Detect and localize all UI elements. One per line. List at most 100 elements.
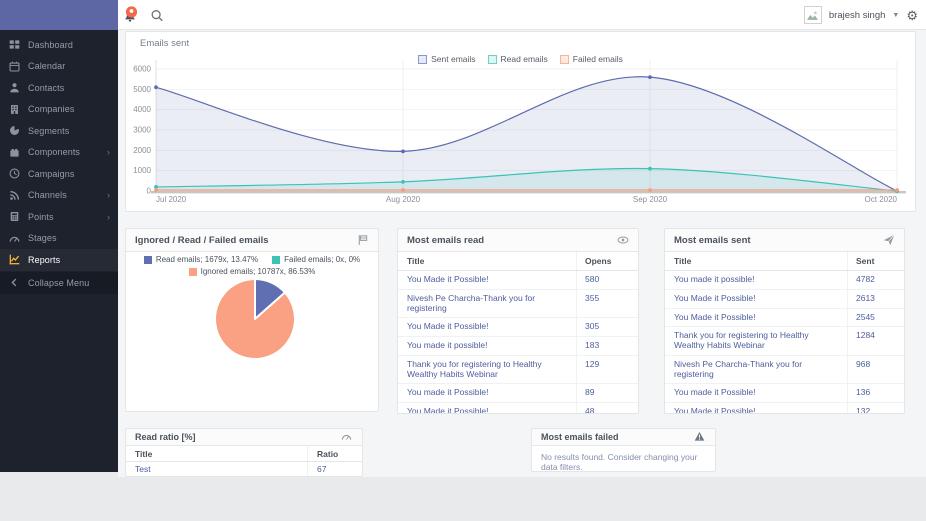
user-menu[interactable]: brajesh singh ▼ ⚙ <box>803 0 918 30</box>
sidebar-collapse-menu[interactable]: Collapse Menu <box>0 271 118 294</box>
email-title-link[interactable]: You Made it Possible! <box>398 403 576 413</box>
column-opens: Opens <box>576 252 638 270</box>
legend-swatch <box>559 54 569 64</box>
sidebar-item-campaigns[interactable]: Campaigns <box>0 163 118 185</box>
metric-value[interactable]: 89 <box>576 384 638 403</box>
empty-results-message: No results found. Consider changing your… <box>541 452 698 472</box>
sidebar-item-dashboard[interactable]: Dashboard <box>0 34 118 56</box>
email-title-link[interactable]: You Made it Possible! <box>665 403 847 413</box>
gear-icon[interactable]: ⚙ <box>906 9 918 22</box>
email-title-link[interactable]: Nivesh Pe Charcha-Thank you for register… <box>665 356 847 384</box>
metric-value[interactable]: 2545 <box>847 308 904 327</box>
email-title-link[interactable]: You Made it Possible! <box>665 309 847 327</box>
metric-value[interactable]: 132 <box>847 403 904 413</box>
table-header: Title Opens <box>398 252 638 271</box>
most-emails-read-table-body: You Made it Possible! 580 Nivesh Pe Charch… <box>398 271 638 413</box>
sidebar-item-stages[interactable]: Stages <box>0 228 118 250</box>
eye-icon <box>617 234 629 246</box>
read-ratio-title: Read ratio [%] <box>135 432 196 442</box>
warning-icon <box>694 431 706 443</box>
puzzle-icon <box>9 147 20 158</box>
metric-value[interactable]: 136 <box>847 384 904 403</box>
sidebar-item-segments[interactable]: Segments <box>0 120 118 142</box>
pie-panel: Ignored / Read / Failed emails Read emai… <box>125 228 379 412</box>
metric-value[interactable]: 48 <box>576 403 638 413</box>
table-row[interactable]: You Made it Possible! 48 <box>398 403 638 413</box>
sidebar-item-reports[interactable]: Reports <box>0 249 118 271</box>
svg-text:Oct 2020: Oct 2020 <box>865 195 898 204</box>
sidebar-item-label: Points <box>28 211 54 222</box>
metric-value[interactable]: 305 <box>576 318 638 337</box>
sidebar-item-points[interactable]: Points › <box>0 206 118 228</box>
email-title-link[interactable]: You Made it Possible! <box>665 290 847 308</box>
legend-swatch <box>418 54 428 64</box>
legend-item-read[interactable]: Read emails <box>487 54 548 64</box>
table-row[interactable]: You made it Possible! 136 <box>665 384 904 404</box>
legend-label: Sent emails <box>431 54 476 64</box>
table-row[interactable]: You Made it Possible! 305 <box>398 318 638 338</box>
email-title-link[interactable]: You made it possible! <box>398 337 576 355</box>
metric-value[interactable]: 1284 <box>847 327 904 355</box>
table-row[interactable]: Thank you for registering to Healthy Wea… <box>398 355 638 385</box>
svg-text:3000: 3000 <box>133 126 151 135</box>
email-title-link[interactable]: Test <box>126 462 307 476</box>
sidebar: Dashboard Calendar Contacts Companies Se… <box>0 30 118 472</box>
email-title-link[interactable]: Nivesh Pe Charcha-Thank you for register… <box>398 290 576 318</box>
metric-value[interactable]: 580 <box>576 271 638 289</box>
email-title-link[interactable]: You Made it Possible! <box>398 318 576 336</box>
email-title-link[interactable]: You Made it Possible! <box>398 271 576 289</box>
table-row[interactable]: You Made it Possible! 2613 <box>665 289 904 309</box>
column-ratio: Ratio <box>307 446 362 461</box>
ignored-read-failed-pie-chart <box>214 278 296 360</box>
sidebar-item-label: Campaigns <box>28 168 75 179</box>
sidebar-item-channels[interactable]: Channels › <box>0 185 118 207</box>
user-name[interactable]: brajesh singh <box>829 10 886 21</box>
table-row[interactable]: Nivesh Pe Charcha-Thank you for register… <box>665 355 904 385</box>
metric-value[interactable]: 129 <box>576 355 638 384</box>
metric-value[interactable]: 2613 <box>847 289 904 308</box>
pie-panel-header: Ignored / Read / Failed emails <box>126 229 378 252</box>
table-row[interactable]: You Made it Possible! 580 <box>398 271 638 290</box>
table-row[interactable]: Nivesh Pe Charcha-Thank you for register… <box>398 289 638 319</box>
calculator-icon <box>9 211 20 222</box>
legend-label: Read emails <box>500 54 548 64</box>
search-icon[interactable] <box>150 8 164 23</box>
sidebar-item-calendar[interactable]: Calendar <box>0 56 118 78</box>
table-row[interactable]: You made it possible! 183 <box>398 337 638 356</box>
sidebar-item-label: Calendar <box>28 61 66 72</box>
metric-value[interactable]: 4782 <box>847 271 904 289</box>
sidebar-item-contacts[interactable]: Contacts <box>0 77 118 99</box>
submenu-arrow-icon: › <box>107 211 110 222</box>
table-row[interactable]: Test 67 <box>126 462 362 476</box>
most-emails-read-header: Most emails read <box>398 229 638 252</box>
table-row[interactable]: You made it possible! 4782 <box>665 271 904 290</box>
table-row[interactable]: You made it Possible! 89 <box>398 384 638 404</box>
sidebar-item-label: Segments <box>28 125 70 136</box>
emails-sent-title: Emails sent <box>140 38 190 49</box>
column-title: Title <box>407 256 425 266</box>
legend-item-failed[interactable]: Failed emails <box>559 54 623 64</box>
email-title-link[interactable]: You made it Possible! <box>665 384 847 402</box>
metric-value[interactable]: 183 <box>576 337 638 355</box>
email-title-link[interactable]: You made it possible! <box>665 271 847 289</box>
chevron-down-icon: ▼ <box>892 11 900 19</box>
legend-item-sent[interactable]: Sent emails <box>418 54 476 64</box>
email-title-link[interactable]: You made it Possible! <box>398 384 576 402</box>
email-title-link[interactable]: Thank you for registering to Healthy Wea… <box>665 327 847 355</box>
sidebar-item-components[interactable]: Components › <box>0 142 118 164</box>
svg-text:Jul 2020: Jul 2020 <box>156 195 187 204</box>
read-ratio-table-body: Test 67 <box>126 462 362 476</box>
metric-value[interactable]: 355 <box>576 289 638 318</box>
sidebar-item-companies[interactable]: Companies <box>0 99 118 121</box>
table-row[interactable]: You Made it Possible! 2545 <box>665 308 904 328</box>
metric-value[interactable]: 67 <box>307 462 362 476</box>
table-header: Title Sent <box>665 252 904 271</box>
table-row[interactable]: Thank you for registering to Healthy Wea… <box>665 327 904 356</box>
notifications-bell-icon[interactable] <box>122 6 138 24</box>
read-ratio-panel: Read ratio [%] Title Ratio Test 67 <box>125 428 363 477</box>
most-emails-failed-panel: Most emails failed No results found. Con… <box>531 428 716 472</box>
table-row[interactable]: You Made it Possible! 132 <box>665 403 904 413</box>
read-ratio-header: Read ratio [%] <box>126 429 362 446</box>
email-title-link[interactable]: Thank you for registering to Healthy Wea… <box>398 356 576 384</box>
metric-value[interactable]: 968 <box>847 355 904 384</box>
